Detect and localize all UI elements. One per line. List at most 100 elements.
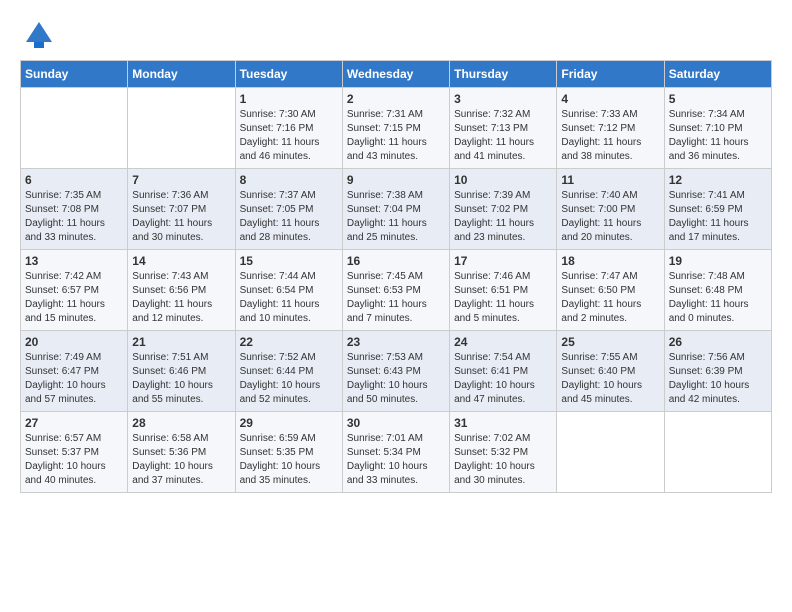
calendar-cell: 21 Sunrise: 7:51 AMSunset: 6:46 PMDayligh… <box>128 331 235 412</box>
day-info: Sunrise: 7:38 AMSunset: 7:04 PMDaylight:… <box>347 189 445 245</box>
calendar-cell: 23 Sunrise: 7:53 AMSunset: 6:43 PMDayligh… <box>342 331 449 412</box>
day-number: 7 <box>132 173 230 187</box>
day-number: 31 <box>454 416 552 430</box>
calendar-cell: 26 Sunrise: 7:56 AMSunset: 6:39 PMDayligh… <box>664 331 771 412</box>
day-info: Sunrise: 7:56 AMSunset: 6:39 PMDaylight:… <box>669 351 767 407</box>
calendar-cell: 25 Sunrise: 7:55 AMSunset: 6:40 PMDayligh… <box>557 331 664 412</box>
day-number: 2 <box>347 92 445 106</box>
calendar-cell: 12Sunrise: 7:41 AMSunset: 6:59 PMDayligh… <box>664 169 771 250</box>
calendar-cell <box>128 88 235 169</box>
calendar-cell: 20 Sunrise: 7:49 AMSunset: 6:47 PMDayligh… <box>21 331 128 412</box>
day-number: 12 <box>669 173 767 187</box>
day-info: Sunrise: 7:39 AMSunset: 7:02 PMDaylight:… <box>454 189 552 245</box>
day-info: Sunrise: 7:33 AMSunset: 7:12 PMDaylight:… <box>561 108 659 164</box>
calendar-cell: 1 Sunrise: 7:30 AMSunset: 7:16 PMDaylight… <box>235 88 342 169</box>
day-number: 27 <box>25 416 123 430</box>
calendar-cell: 15 Sunrise: 7:44 AMSunset: 6:54 PMDayligh… <box>235 250 342 331</box>
day-info: Sunrise: 7:51 AMSunset: 6:46 PMDaylight:… <box>132 351 230 407</box>
day-number: 5 <box>669 92 767 106</box>
calendar-cell: 3Sunrise: 7:32 AMSunset: 7:13 PMDaylight… <box>450 88 557 169</box>
day-number: 11 <box>561 173 659 187</box>
day-number: 20 <box>25 335 123 349</box>
day-number: 15 <box>240 254 338 268</box>
calendar-cell: 28 Sunrise: 6:58 AMSunset: 5:36 PMDayligh… <box>128 412 235 493</box>
day-info: Sunrise: 7:45 AMSunset: 6:53 PMDaylight:… <box>347 270 445 326</box>
day-info: Sunrise: 6:58 AMSunset: 5:36 PMDaylight:… <box>132 432 230 488</box>
calendar-week-4: 20 Sunrise: 7:49 AMSunset: 6:47 PMDayligh… <box>21 331 772 412</box>
calendar-cell: 22 Sunrise: 7:52 AMSunset: 6:44 PMDayligh… <box>235 331 342 412</box>
calendar-cell: 6 Sunrise: 7:35 AMSunset: 7:08 PMDaylight… <box>21 169 128 250</box>
day-number: 21 <box>132 335 230 349</box>
day-info: Sunrise: 7:52 AMSunset: 6:44 PMDaylight:… <box>240 351 338 407</box>
day-number: 26 <box>669 335 767 349</box>
calendar-cell: 31 Sunrise: 7:02 AMSunset: 5:32 PMDayligh… <box>450 412 557 493</box>
day-number: 4 <box>561 92 659 106</box>
calendar-cell: 18 Sunrise: 7:47 AMSunset: 6:50 PMDayligh… <box>557 250 664 331</box>
day-info: Sunrise: 7:35 AMSunset: 7:08 PMDaylight:… <box>25 189 123 245</box>
day-number: 29 <box>240 416 338 430</box>
header-monday: Monday <box>128 61 235 88</box>
calendar-header-row: SundayMondayTuesdayWednesdayThursdayFrid… <box>21 61 772 88</box>
calendar-week-5: 27Sunrise: 6:57 AMSunset: 5:37 PMDayligh… <box>21 412 772 493</box>
day-info: Sunrise: 7:44 AMSunset: 6:54 PMDaylight:… <box>240 270 338 326</box>
calendar-week-3: 13Sunrise: 7:42 AMSunset: 6:57 PMDayligh… <box>21 250 772 331</box>
day-number: 6 <box>25 173 123 187</box>
calendar-cell: 27Sunrise: 6:57 AMSunset: 5:37 PMDayligh… <box>21 412 128 493</box>
calendar-cell: 24 Sunrise: 7:54 AMSunset: 6:41 PMDayligh… <box>450 331 557 412</box>
day-number: 9 <box>347 173 445 187</box>
day-number: 25 <box>561 335 659 349</box>
calendar-cell: 4 Sunrise: 7:33 AMSunset: 7:12 PMDaylight… <box>557 88 664 169</box>
day-info: Sunrise: 7:43 AMSunset: 6:56 PMDaylight:… <box>132 270 230 326</box>
logo-icon <box>24 20 54 50</box>
calendar-cell: 14 Sunrise: 7:43 AMSunset: 6:56 PMDayligh… <box>128 250 235 331</box>
day-number: 24 <box>454 335 552 349</box>
calendar-cell <box>664 412 771 493</box>
day-info: Sunrise: 7:49 AMSunset: 6:47 PMDaylight:… <box>25 351 123 407</box>
day-number: 16 <box>347 254 445 268</box>
calendar-week-1: 1 Sunrise: 7:30 AMSunset: 7:16 PMDaylight… <box>21 88 772 169</box>
day-info: Sunrise: 7:34 AMSunset: 7:10 PMDaylight:… <box>669 108 767 164</box>
day-number: 22 <box>240 335 338 349</box>
day-info: Sunrise: 7:40 AMSunset: 7:00 PMDaylight:… <box>561 189 659 245</box>
calendar-cell: 10 Sunrise: 7:39 AMSunset: 7:02 PMDayligh… <box>450 169 557 250</box>
day-info: Sunrise: 7:30 AMSunset: 7:16 PMDaylight:… <box>240 108 338 164</box>
day-info: Sunrise: 7:48 AMSunset: 6:48 PMDaylight:… <box>669 270 767 326</box>
day-info: Sunrise: 7:01 AMSunset: 5:34 PMDaylight:… <box>347 432 445 488</box>
calendar-cell: 30Sunrise: 7:01 AMSunset: 5:34 PMDayligh… <box>342 412 449 493</box>
calendar-cell: 19 Sunrise: 7:48 AMSunset: 6:48 PMDayligh… <box>664 250 771 331</box>
calendar-cell <box>21 88 128 169</box>
day-info: Sunrise: 7:02 AMSunset: 5:32 PMDaylight:… <box>454 432 552 488</box>
calendar-cell: 7 Sunrise: 7:36 AMSunset: 7:07 PMDaylight… <box>128 169 235 250</box>
header-friday: Friday <box>557 61 664 88</box>
calendar-table: SundayMondayTuesdayWednesdayThursdayFrid… <box>20 60 772 493</box>
day-number: 14 <box>132 254 230 268</box>
day-info: Sunrise: 7:55 AMSunset: 6:40 PMDaylight:… <box>561 351 659 407</box>
calendar-cell: 2Sunrise: 7:31 AMSunset: 7:15 PMDaylight… <box>342 88 449 169</box>
calendar-cell: 17 Sunrise: 7:46 AMSunset: 6:51 PMDayligh… <box>450 250 557 331</box>
calendar-cell: 11 Sunrise: 7:40 AMSunset: 7:00 PMDayligh… <box>557 169 664 250</box>
day-info: Sunrise: 7:54 AMSunset: 6:41 PMDaylight:… <box>454 351 552 407</box>
day-info: Sunrise: 7:46 AMSunset: 6:51 PMDaylight:… <box>454 270 552 326</box>
day-number: 3 <box>454 92 552 106</box>
page-header <box>20 20 772 50</box>
day-number: 18 <box>561 254 659 268</box>
day-number: 19 <box>669 254 767 268</box>
calendar-week-2: 6 Sunrise: 7:35 AMSunset: 7:08 PMDaylight… <box>21 169 772 250</box>
day-info: Sunrise: 7:53 AMSunset: 6:43 PMDaylight:… <box>347 351 445 407</box>
calendar-cell: 9 Sunrise: 7:38 AMSunset: 7:04 PMDaylight… <box>342 169 449 250</box>
calendar-cell: 5 Sunrise: 7:34 AMSunset: 7:10 PMDaylight… <box>664 88 771 169</box>
logo <box>20 20 54 50</box>
day-number: 1 <box>240 92 338 106</box>
day-info: Sunrise: 7:36 AMSunset: 7:07 PMDaylight:… <box>132 189 230 245</box>
day-info: Sunrise: 7:47 AMSunset: 6:50 PMDaylight:… <box>561 270 659 326</box>
header-wednesday: Wednesday <box>342 61 449 88</box>
calendar-cell <box>557 412 664 493</box>
header-tuesday: Tuesday <box>235 61 342 88</box>
calendar-cell: 8Sunrise: 7:37 AMSunset: 7:05 PMDaylight… <box>235 169 342 250</box>
day-number: 17 <box>454 254 552 268</box>
header-thursday: Thursday <box>450 61 557 88</box>
day-number: 10 <box>454 173 552 187</box>
day-number: 23 <box>347 335 445 349</box>
day-number: 28 <box>132 416 230 430</box>
day-info: Sunrise: 7:42 AMSunset: 6:57 PMDaylight:… <box>25 270 123 326</box>
